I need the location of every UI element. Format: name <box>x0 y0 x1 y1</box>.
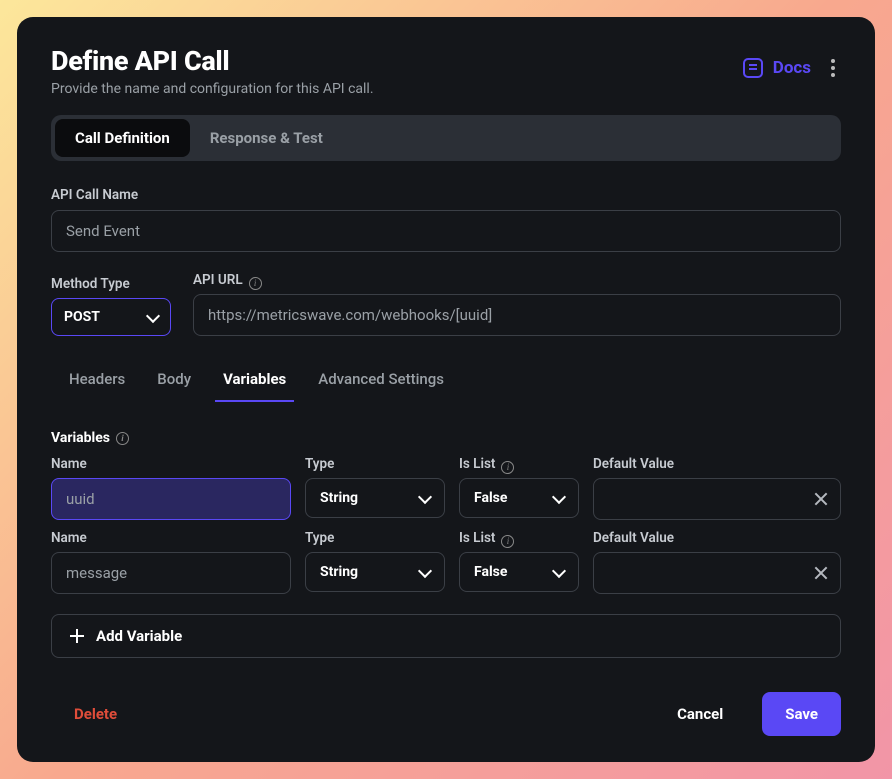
delete-button[interactable]: Delete <box>51 692 140 736</box>
variable-type-select[interactable]: String <box>305 478 445 518</box>
info-icon[interactable]: i <box>501 535 514 548</box>
subtab-bar: Headers Body Variables Advanced Settings <box>51 370 841 402</box>
doc-icon <box>743 58 763 78</box>
variable-name-input[interactable] <box>51 478 291 520</box>
api-call-name-field: API Call Name <box>51 187 841 252</box>
chevron-down-icon <box>552 563 566 577</box>
clear-icon[interactable] <box>813 491 829 507</box>
variable-name-label: Name <box>51 530 291 546</box>
variable-type-label: Type <box>305 530 445 546</box>
variable-islist-label: Is List <box>459 530 495 546</box>
chevron-down-icon <box>418 563 432 577</box>
subtab-headers[interactable]: Headers <box>69 370 125 402</box>
docs-label: Docs <box>773 58 811 78</box>
api-call-name-input[interactable] <box>51 210 841 252</box>
chevron-down-icon <box>146 308 160 322</box>
variable-islist-select[interactable]: False <box>459 552 579 592</box>
subtab-variables[interactable]: Variables <box>223 370 286 402</box>
variable-type-select[interactable]: String <box>305 552 445 592</box>
api-url-field: API URL i <box>193 272 841 336</box>
dialog-title: Define API Call <box>51 45 374 77</box>
method-type-label: Method Type <box>51 276 171 292</box>
more-menu-button[interactable] <box>825 53 841 83</box>
variable-row: Name Type String Is List i False Default… <box>51 456 841 520</box>
api-url-label: API URL <box>193 272 243 288</box>
variable-default-input[interactable] <box>593 552 841 594</box>
variable-islist-select[interactable]: False <box>459 478 579 518</box>
save-button[interactable]: Save <box>762 692 841 736</box>
api-call-name-label: API Call Name <box>51 187 841 203</box>
chevron-down-icon <box>418 489 432 503</box>
dialog-footer: Delete Cancel Save <box>51 692 841 736</box>
variable-name-label: Name <box>51 456 291 472</box>
plus-icon <box>70 629 84 643</box>
dialog-define-api-call: Define API Call Provide the name and con… <box>17 17 875 762</box>
variable-type-label: Type <box>305 456 445 472</box>
docs-button[interactable]: Docs <box>743 58 811 78</box>
method-type-select[interactable]: POST <box>51 298 171 336</box>
segmented-control: Call Definition Response & Test <box>51 115 841 161</box>
subtab-advanced[interactable]: Advanced Settings <box>318 370 444 402</box>
dialog-header: Define API Call Provide the name and con… <box>51 45 841 115</box>
variable-name-input[interactable] <box>51 552 291 594</box>
info-icon[interactable]: i <box>116 432 129 445</box>
add-variable-button[interactable]: Add Variable <box>51 614 841 658</box>
clear-icon[interactable] <box>813 565 829 581</box>
subtab-body[interactable]: Body <box>157 370 191 402</box>
method-type-value: POST <box>64 309 100 325</box>
chevron-down-icon <box>552 489 566 503</box>
variable-default-input[interactable] <box>593 478 841 520</box>
tab-response-test[interactable]: Response & Test <box>190 119 343 157</box>
dialog-subtitle: Provide the name and configuration for t… <box>51 81 374 97</box>
api-url-input[interactable] <box>193 294 841 336</box>
variable-islist-label: Is List <box>459 456 495 472</box>
variables-section-title: Variables i <box>51 430 841 446</box>
tab-call-definition[interactable]: Call Definition <box>55 119 190 157</box>
info-icon[interactable]: i <box>501 461 514 474</box>
info-icon[interactable]: i <box>249 277 262 290</box>
method-type-field: Method Type POST <box>51 276 171 336</box>
cancel-button[interactable]: Cancel <box>654 692 746 736</box>
variable-default-label: Default Value <box>593 530 841 546</box>
variable-default-label: Default Value <box>593 456 841 472</box>
variable-row: Name Type String Is List i False Default… <box>51 530 841 594</box>
